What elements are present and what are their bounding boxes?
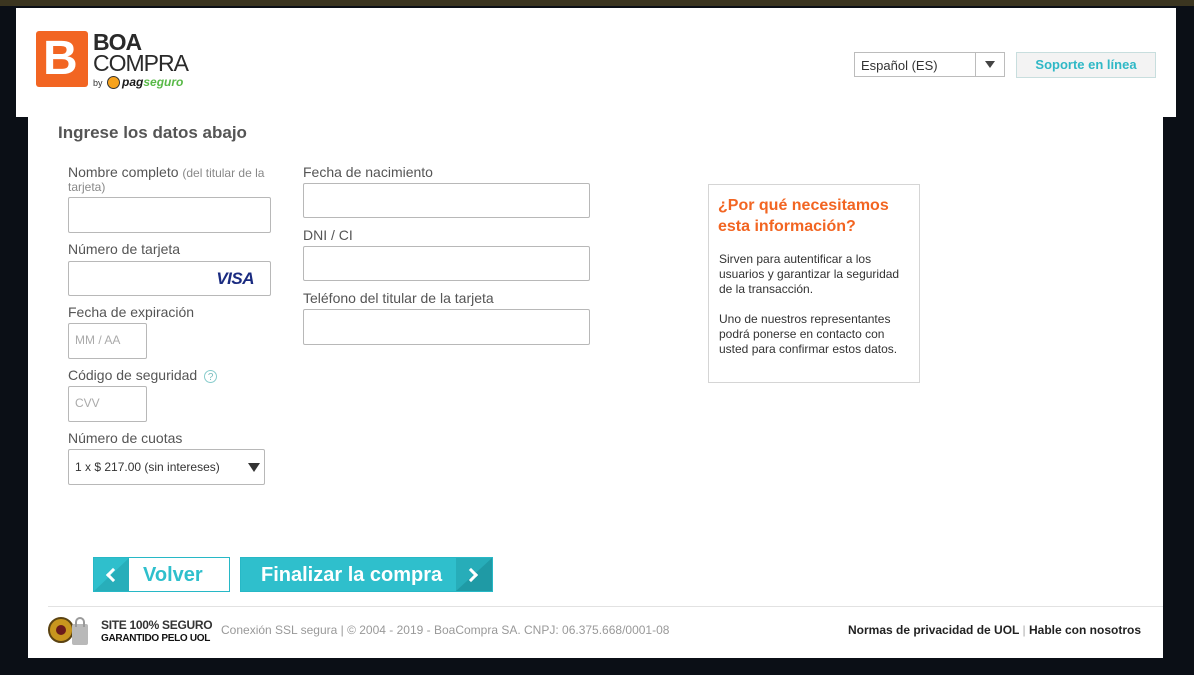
main-content: Ingrese los datos abajo Nombre completo … xyxy=(28,117,1163,658)
security-code-label: Código de seguridad ? xyxy=(68,367,218,383)
birth-date-label: Fecha de nacimiento xyxy=(303,164,433,180)
full-name-hint: (del titular de la xyxy=(182,166,265,180)
header: B BOA COMPRA by pagseguro Español (ES) S… xyxy=(16,8,1176,117)
seal-line-2: GARANTIDO PELO UOL xyxy=(101,633,211,644)
footer-links: Normas de privacidad de UOL | Hable con … xyxy=(848,623,1141,637)
info-paragraph-1: Sirven para autentificar a los usuarios … xyxy=(719,252,900,296)
logo-by: by xyxy=(93,78,103,88)
pagseguro-icon xyxy=(107,76,120,89)
logo-text-compra: COMPRA xyxy=(93,50,189,76)
finish-button-icon-box xyxy=(456,558,492,591)
cvv-input[interactable]: CVV xyxy=(68,386,147,422)
pagseguro-pag: pag xyxy=(122,75,144,89)
logo-mark-icon: B xyxy=(36,31,88,87)
chevron-down-icon xyxy=(985,61,995,68)
uol-security-seal[interactable]: SITE 100% SEGURO GARANTIDO PELO UOL xyxy=(48,615,213,651)
logo-mark-letter: B xyxy=(43,32,78,85)
page-title: Ingrese los datos abajo xyxy=(58,123,247,142)
back-button[interactable]: Volver xyxy=(93,557,230,592)
full-name-label-text: Nombre completo xyxy=(68,164,179,180)
dni-input[interactable] xyxy=(303,246,590,281)
info-paragraph-2: Uno de nuestros representantes podrá pon… xyxy=(719,312,898,356)
cvv-placeholder: CVV xyxy=(75,396,100,410)
expiry-input[interactable]: MM / AA xyxy=(68,323,147,359)
window-top-border xyxy=(0,0,1194,6)
chevron-right-icon xyxy=(463,567,479,583)
pagseguro-seguro: seguro xyxy=(143,75,184,89)
footer-link-separator: | xyxy=(1022,623,1026,637)
security-code-label-text: Código de seguridad xyxy=(68,367,198,383)
privacy-policy-link[interactable]: Normas de privacidad de UOL xyxy=(848,623,1019,637)
installments-label: Número de cuotas xyxy=(68,430,183,446)
full-name-input[interactable] xyxy=(68,197,271,233)
info-title: ¿Por qué necesitamos esta información? xyxy=(718,197,889,235)
uol-seal-icon xyxy=(48,617,74,643)
finish-purchase-label: Finalizar la compra xyxy=(261,564,443,586)
card-number-label: Número de tarjeta xyxy=(68,241,181,257)
seal-line-1: SITE 100% SEGURO xyxy=(101,618,213,632)
birth-date-input[interactable] xyxy=(303,183,590,218)
expiry-label: Fecha de expiración xyxy=(68,304,195,320)
installments-select[interactable]: 1 x $ 217.00 (sin intereses) xyxy=(68,449,265,485)
language-select-value: Español (ES) xyxy=(861,58,938,73)
footer-copyright: Conexión SSL segura | © 2004 - 2019 - Bo… xyxy=(221,623,670,637)
language-select-arrow xyxy=(975,53,1004,76)
full-name-hint-continued: tarjeta) xyxy=(68,180,106,194)
online-support-button[interactable]: Soporte en línea xyxy=(1016,52,1156,78)
phone-input[interactable] xyxy=(303,309,590,345)
language-select[interactable]: Español (ES) xyxy=(854,52,1005,77)
footer-divider xyxy=(48,606,1163,607)
installments-value: 1 x $ 217.00 (sin intereses) xyxy=(75,460,220,474)
padlock-icon xyxy=(72,617,88,645)
visa-icon: VISA xyxy=(216,269,254,288)
back-button-label: Volver xyxy=(143,564,203,586)
help-icon[interactable]: ? xyxy=(204,369,218,383)
expiry-placeholder: MM / AA xyxy=(75,333,121,347)
contact-us-link[interactable]: Hable con nosotros xyxy=(1029,623,1141,637)
pagseguro-wordmark: pagseguro xyxy=(122,75,183,89)
info-box: ¿Por qué necesitamos esta información? S… xyxy=(708,184,920,383)
chevron-down-icon xyxy=(248,463,260,472)
dni-label: DNI / CI xyxy=(303,227,353,243)
phone-label: Teléfono del titular de la tarjeta xyxy=(303,290,494,306)
full-name-label: Nombre completo (del titular de la xyxy=(68,164,264,180)
card-number-input[interactable]: VISA xyxy=(68,261,271,296)
finish-purchase-button[interactable]: Finalizar la compra xyxy=(240,557,493,592)
